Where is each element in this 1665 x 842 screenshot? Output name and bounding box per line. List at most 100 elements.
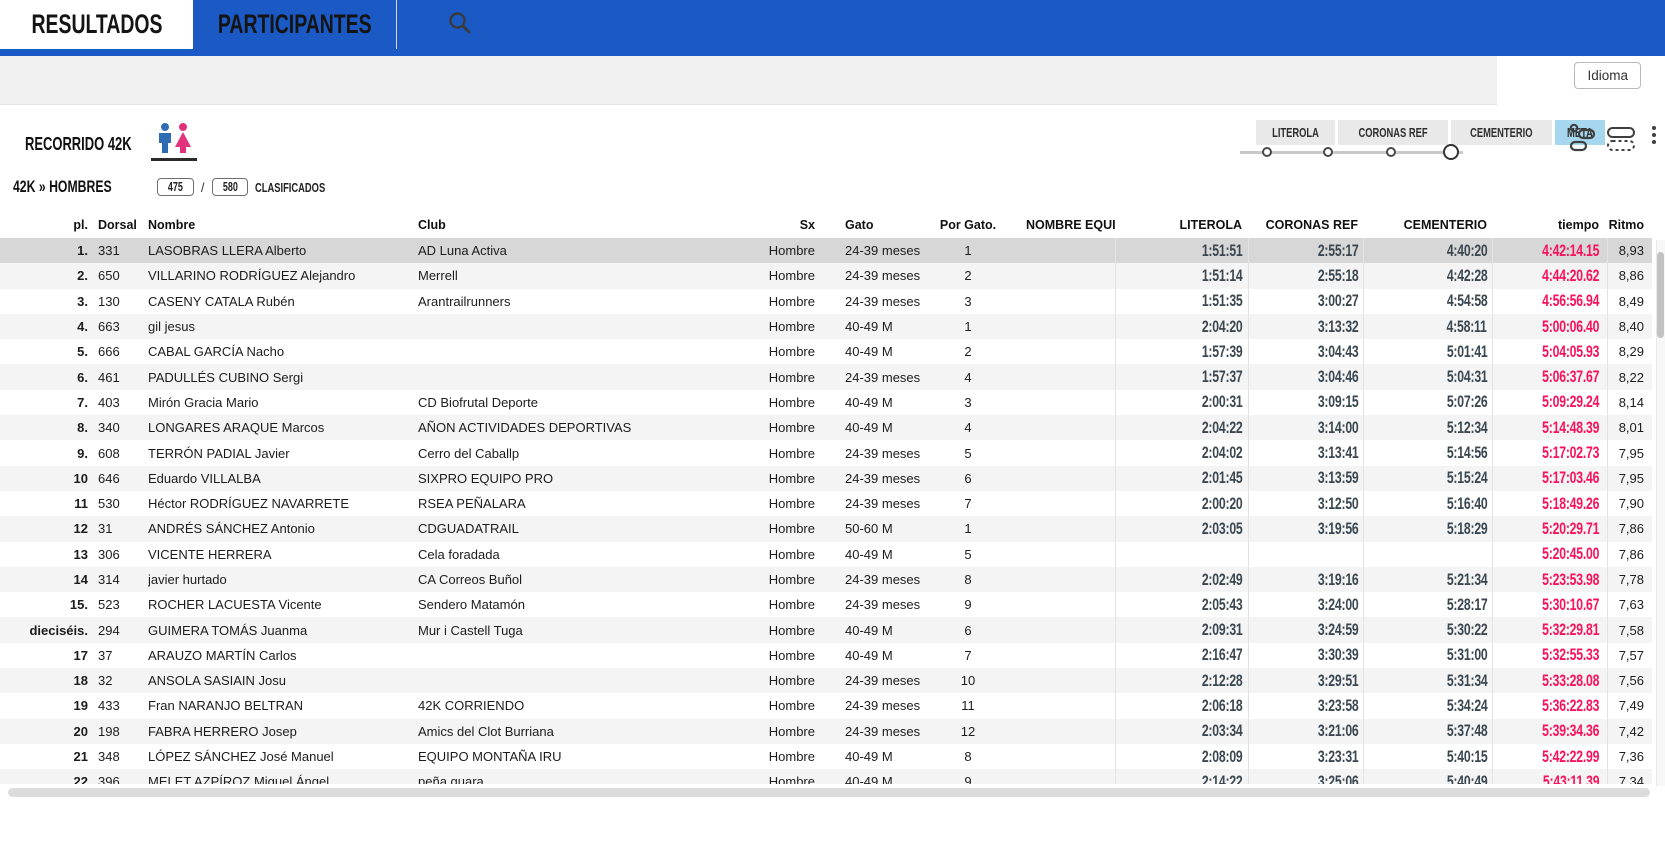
cell-sx: Hombre xyxy=(750,693,818,718)
cell-gato: 24-39 meses xyxy=(818,440,938,465)
table-row[interactable]: dieciséis.294GUIMERA TOMÁS JuanmaMur i C… xyxy=(0,617,1652,642)
cell-nombre-equipo xyxy=(998,617,1115,642)
slider-thumb-meta[interactable] xyxy=(1443,144,1459,160)
table-row[interactable]: 1737ARAUZO MARTÍN CarlosHombre40-49 M72:… xyxy=(0,643,1652,668)
cell-nombre-equipo xyxy=(998,339,1115,364)
table-row[interactable]: 10646Eduardo VILLALBASIXPRO EQUIPO PROHo… xyxy=(0,466,1652,491)
col-header-gato[interactable]: Gato xyxy=(818,212,938,238)
col-header-club[interactable]: Club xyxy=(418,212,750,238)
cell-cementerio: 5:28:17 xyxy=(1363,592,1492,617)
cell-dorsal: 396 xyxy=(88,769,148,784)
table-row[interactable]: 1.331LASOBRAS LLERA AlbertoAD Luna Activ… xyxy=(0,238,1652,263)
checkpoint-slider-track[interactable] xyxy=(1240,151,1463,154)
cell-gato: 24-39 meses xyxy=(818,364,938,389)
search-tab[interactable] xyxy=(397,0,522,49)
cell-ritmo: 7,95 xyxy=(1607,466,1652,491)
cell-sx: Hombre xyxy=(750,390,818,415)
cell-por-gato: 5 xyxy=(938,542,998,567)
cell-club xyxy=(418,668,750,693)
cell-coronas-ref xyxy=(1248,542,1363,567)
col-header-por-gato[interactable]: Por Gato. xyxy=(938,212,998,238)
table-row[interactable]: 1832ANSOLA SASIAIN JosuHombre24-39 meses… xyxy=(0,668,1652,693)
cell-por-gato: 9 xyxy=(938,592,998,617)
cell-tiempo: 5:32:29.81 xyxy=(1492,617,1607,642)
table-row[interactable]: 8.340LONGARES ARAQUE MarcosAÑON ACTIVIDA… xyxy=(0,415,1652,440)
cell-literola: 1:51:14 xyxy=(1115,263,1248,288)
cell-tiempo: 5:09:29.24 xyxy=(1492,390,1607,415)
checkpoint-coronas-ref-button[interactable]: CORONAS REF xyxy=(1338,120,1448,145)
vertical-scrollbar-thumb[interactable] xyxy=(1657,252,1664,338)
language-button[interactable]: Idioma xyxy=(1574,62,1641,89)
table-row[interactable]: 1231ANDRÉS SÁNCHEZ AntonioCDGUADATRAILHo… xyxy=(0,516,1652,541)
cell-dorsal: 646 xyxy=(88,466,148,491)
table-row[interactable]: 3.130CASENY CATALA RubénArantrailrunners… xyxy=(0,289,1652,314)
cell-por-gato: 4 xyxy=(938,415,998,440)
cell-coronas-ref: 3:30:39 xyxy=(1248,643,1363,668)
cell-ritmo: 7,95 xyxy=(1607,440,1652,465)
table-row[interactable]: 22396MELET AZPÍROZ Miguel Ángelpeña guar… xyxy=(0,769,1652,784)
table-row[interactable]: 21348LÓPEZ SÁNCHEZ José ManuelEQUIPO MON… xyxy=(0,744,1652,769)
col-header-tiempo[interactable]: tiempo xyxy=(1492,212,1607,238)
cell-pl: 1. xyxy=(8,238,88,263)
chevrons: » xyxy=(39,177,46,196)
kebab-menu-icon[interactable] xyxy=(1652,126,1656,144)
col-header-sx[interactable]: Sx xyxy=(750,212,818,238)
cell-por-gato: 2 xyxy=(938,263,998,288)
cell-nombre: GUIMERA TOMÁS Juanma xyxy=(148,617,418,642)
horizontal-scrollbar[interactable] xyxy=(8,788,1650,797)
cell-nombre-equipo xyxy=(998,491,1115,516)
table-row[interactable]: 15.523ROCHER LACUESTA VicenteSendero Mat… xyxy=(0,592,1652,617)
cell-coronas-ref: 3:13:59 xyxy=(1248,466,1363,491)
cell-tiempo: 5:23:53.98 xyxy=(1492,567,1607,592)
table-row[interactable]: 5.666CABAL GARCÍA NachoHombre40-49 M21:5… xyxy=(0,339,1652,364)
tab-participantes[interactable]: PARTICIPANTES xyxy=(193,0,397,49)
col-header-pl[interactable]: pl. xyxy=(8,212,88,238)
cell-tiempo: 5:04:05.93 xyxy=(1492,339,1607,364)
cell-ritmo: 7,86 xyxy=(1607,542,1652,567)
table-row[interactable]: 11530Héctor RODRÍGUEZ NAVARRETERSEA PEÑA… xyxy=(0,491,1652,516)
col-header-coronas-ref[interactable]: CORONAS REF xyxy=(1248,212,1363,238)
table-row[interactable]: 7.403Mirón Gracia MarioCD Biofrutal Depo… xyxy=(0,390,1652,415)
cell-tiempo: 4:42:14.15 xyxy=(1492,238,1607,263)
rows-icon[interactable] xyxy=(1606,126,1638,157)
table-row[interactable]: 14314javier hurtadoCA Correos BuñolHombr… xyxy=(0,567,1652,592)
cell-cementerio xyxy=(1363,542,1492,567)
cell-cementerio: 5:31:00 xyxy=(1363,643,1492,668)
checkpoint-cementerio-button[interactable]: CEMENTERIO xyxy=(1451,120,1552,145)
cell-coronas-ref: 3:19:56 xyxy=(1248,516,1363,541)
tab-resultados[interactable]: RESULTADOS xyxy=(0,0,193,49)
cell-gato: 24-39 meses xyxy=(818,491,938,516)
cell-coronas-ref: 3:13:41 xyxy=(1248,440,1363,465)
cell-tiempo: 5:30:10.67 xyxy=(1492,592,1607,617)
connections-icon[interactable] xyxy=(1568,123,1596,158)
cell-coronas-ref: 2:55:17 xyxy=(1248,238,1363,263)
cell-nombre-equipo xyxy=(998,263,1115,288)
slider-marker-literola[interactable] xyxy=(1262,147,1272,157)
table-row[interactable]: 6.461PADULLÉS CUBINO SergiHombre24-39 me… xyxy=(0,364,1652,389)
col-header-nombre[interactable]: Nombre xyxy=(148,212,418,238)
men-women-icon[interactable] xyxy=(153,121,197,155)
col-header-nombre-equipo[interactable]: NOMBRE EQUIPO xyxy=(998,212,1115,238)
table-row[interactable]: 2.650VILLARINO RODRÍGUEZ AlejandroMerrel… xyxy=(0,263,1652,288)
table-row[interactable]: 13306VICENTE HERRERACela foradadaHombre4… xyxy=(0,542,1652,567)
checkpoint-literola-button[interactable]: LITEROLA xyxy=(1256,120,1335,145)
cell-tiempo: 5:20:45.00 xyxy=(1492,542,1607,567)
total-count-badge: 580 xyxy=(212,178,249,196)
col-header-literola[interactable]: LITEROLA xyxy=(1115,212,1248,238)
col-header-dorsal[interactable]: Dorsal xyxy=(88,212,148,238)
table-row[interactable]: 19433Fran NARANJO BELTRAN42K CORRIENDOHo… xyxy=(0,693,1652,718)
cell-cementerio: 5:40:15 xyxy=(1363,744,1492,769)
col-header-ritmo[interactable]: Ritmo xyxy=(1607,212,1652,238)
tab-bar xyxy=(0,56,1497,105)
cell-pl: 3. xyxy=(8,289,88,314)
table-row[interactable]: 4.663gil jesusHombre40-49 M12:04:203:13:… xyxy=(0,314,1652,339)
slider-marker-cementerio[interactable] xyxy=(1386,147,1396,157)
cell-coronas-ref: 3:23:31 xyxy=(1248,744,1363,769)
cell-pl: 9. xyxy=(8,440,88,465)
table-row[interactable]: 9.608TERRÓN PADIAL JavierCerro del Cabal… xyxy=(0,440,1652,465)
cell-tiempo: 5:06:37.67 xyxy=(1492,364,1607,389)
cell-dorsal: 348 xyxy=(88,744,148,769)
table-row[interactable]: 20198FABRA HERRERO JosepAmics del Clot B… xyxy=(0,719,1652,744)
slider-marker-coronas-ref[interactable] xyxy=(1323,147,1333,157)
col-header-cementerio[interactable]: CEMENTERIO xyxy=(1363,212,1492,238)
